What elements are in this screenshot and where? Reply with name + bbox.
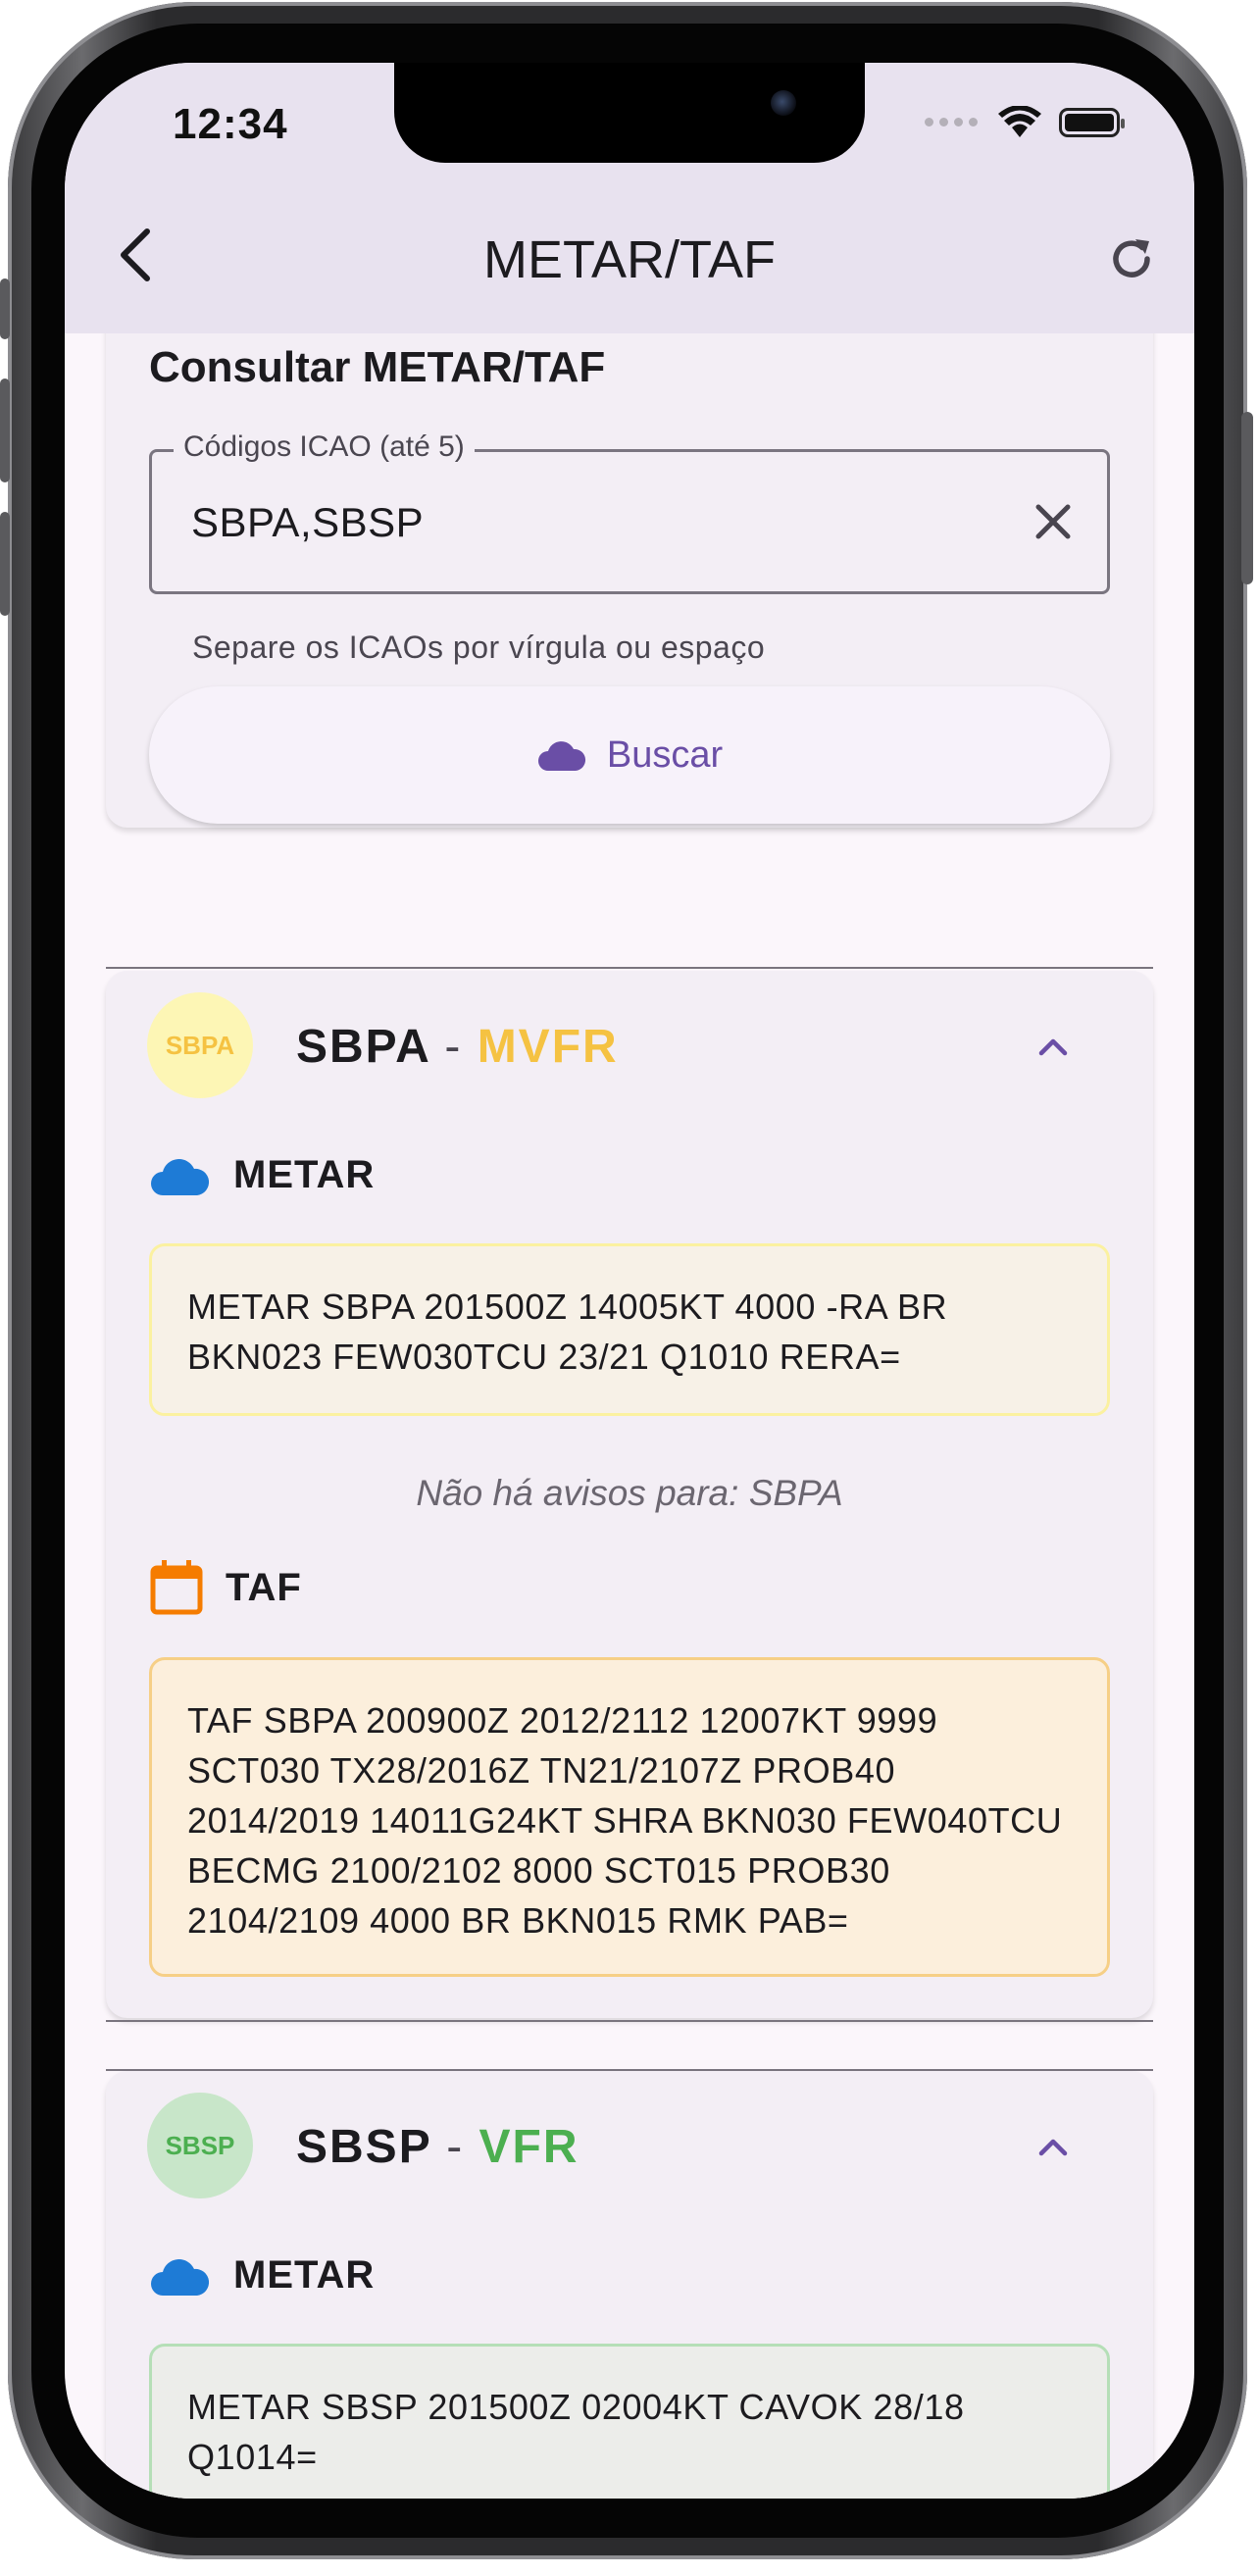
flight-category: MVFR	[477, 1021, 619, 1073]
search-button-label: Buscar	[606, 733, 724, 776]
search-card: Consultar METAR/TAF Códigos ICAO (até 5)…	[106, 333, 1153, 828]
refresh-button[interactable]	[1104, 231, 1159, 286]
clear-input-button[interactable]	[1029, 497, 1078, 546]
volume-down-button	[0, 512, 10, 616]
station-separator: -	[444, 1021, 463, 1073]
divider	[106, 2020, 1153, 2022]
divider	[106, 967, 1153, 969]
cloud-icon	[151, 1158, 210, 1195]
metar-text-box: METAR SBSP 201500Z 02004KT CAVOK 28/18 Q…	[149, 2344, 1110, 2499]
collapse-button[interactable]	[1032, 1026, 1075, 1069]
camera	[771, 90, 796, 116]
calendar-icon	[150, 1560, 203, 1615]
metar-section-header: METAR	[149, 1153, 375, 1197]
station-avatar: SBSP	[147, 2093, 253, 2198]
metar-label: METAR	[233, 2253, 376, 2297]
flight-category: VFR	[478, 2121, 579, 2173]
taf-label: TAF	[226, 1565, 302, 1609]
cloud-icon	[537, 741, 585, 771]
station-code: SBPA	[296, 1021, 430, 1073]
screen: 12:34 METAR/TAF Consultar METAR/TAF Códi…	[65, 63, 1194, 2499]
station-card-sbsp: SBSP SBSP - VFR METAR METAR SBSP 201500Z…	[106, 2071, 1153, 2499]
power-button	[1241, 412, 1253, 584]
station-title: SBSP - VFR	[296, 2120, 579, 2174]
station-title: SBPA - MVFR	[296, 1020, 619, 1074]
station-header-sbpa[interactable]: SBPA SBPA - MVFR	[106, 971, 1153, 1128]
status-icons	[922, 106, 1125, 139]
cloud-icon	[151, 2258, 210, 2296]
volume-up-button	[0, 379, 10, 482]
metar-section-header: METAR	[149, 2253, 375, 2298]
status-time: 12:34	[173, 100, 288, 148]
mute-switch	[0, 278, 10, 339]
taf-section-header: TAF	[149, 1559, 302, 1616]
icao-input-value[interactable]: SBPA,SBSP	[191, 499, 424, 546]
icao-input-label: Códigos ICAO (até 5)	[174, 430, 475, 464]
taf-text-box: TAF SBPA 200900Z 2012/2112 12007KT 9999 …	[149, 1657, 1110, 1977]
metar-label: METAR	[233, 1153, 376, 1196]
signal-icon	[922, 114, 981, 131]
wifi-icon	[998, 106, 1041, 137]
scroll-content[interactable]: Consultar METAR/TAF Códigos ICAO (até 5)…	[65, 333, 1194, 2499]
search-title: Consultar METAR/TAF	[149, 343, 606, 391]
icao-helper-text: Separe os ICAOs por vírgula ou espaço	[192, 630, 766, 665]
station-separator: -	[446, 2121, 465, 2173]
collapse-button[interactable]	[1032, 2126, 1075, 2169]
app-bar: 12:34 METAR/TAF	[65, 63, 1194, 333]
battery-icon	[1059, 108, 1125, 137]
station-code: SBSP	[296, 2121, 431, 2173]
metar-text-box: METAR SBPA 201500Z 14005KT 4000 -RA BR B…	[149, 1243, 1110, 1416]
search-button[interactable]: Buscar	[149, 686, 1110, 824]
station-header-sbsp[interactable]: SBSP SBSP - VFR	[106, 2071, 1153, 2228]
no-warnings-text: Não há avisos para: SBPA	[416, 1473, 843, 1513]
station-card-sbpa: SBPA SBPA - MVFR METAR METAR SBPA 201500…	[106, 971, 1153, 2018]
station-avatar: SBPA	[147, 992, 253, 1098]
page-title: METAR/TAF	[483, 230, 776, 289]
icao-input[interactable]: Códigos ICAO (até 5) SBPA,SBSP	[149, 430, 1110, 594]
notch	[394, 63, 865, 163]
